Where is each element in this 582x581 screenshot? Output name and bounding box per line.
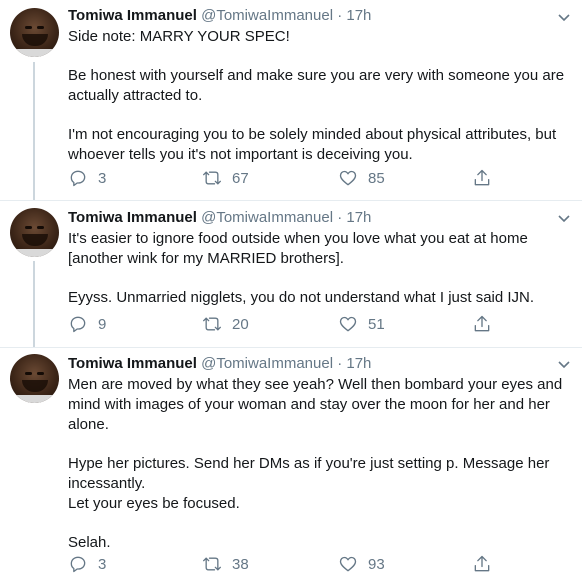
timestamp[interactable]: 17h: [346, 7, 371, 24]
retweet-icon: [203, 317, 221, 331]
share-button[interactable]: [472, 168, 492, 188]
tweet-paragraph: Hype her pictures. Send her DMs as if yo…: [68, 455, 550, 492]
tweet-paragraph: It's easier to ignore food outside when …: [68, 230, 528, 267]
tweet-2[interactable]: Tomiwa Immanuel @TomiwaImmanuel · 17h It…: [0, 201, 582, 347]
reply-icon: [70, 170, 86, 187]
separator-dot: ·: [337, 209, 343, 226]
retweet-icon: [203, 171, 221, 185]
heart-icon: [339, 556, 357, 572]
thread-line: [33, 261, 35, 347]
avatar[interactable]: [10, 208, 59, 257]
thread-line: [33, 62, 35, 200]
like-button[interactable]: 85: [338, 168, 385, 188]
tweet-actions: 3 38 93: [68, 554, 498, 576]
share-icon: [474, 315, 490, 332]
timestamp[interactable]: 17h: [346, 209, 371, 226]
reply-button[interactable]: 3: [68, 554, 106, 574]
retweet-count: 67: [232, 169, 249, 187]
like-count: 85: [368, 169, 385, 187]
author-name[interactable]: Tomiwa Immanuel: [68, 7, 197, 24]
reply-icon: [70, 556, 86, 573]
separator-dot: ·: [337, 355, 343, 372]
retweet-button[interactable]: 20: [202, 314, 249, 334]
tweet-header: Tomiwa Immanuel @TomiwaImmanuel · 17h: [68, 6, 371, 26]
separator-dot: ·: [337, 7, 343, 24]
author-name[interactable]: Tomiwa Immanuel: [68, 209, 197, 226]
chevron-down-icon[interactable]: [558, 215, 570, 223]
reply-icon: [70, 316, 86, 333]
reply-count: 3: [98, 169, 107, 187]
like-button[interactable]: 93: [338, 554, 385, 574]
heart-icon: [339, 170, 357, 186]
tweet-3[interactable]: Tomiwa Immanuel @TomiwaImmanuel · 17h Me…: [0, 348, 582, 581]
share-icon: [474, 555, 490, 572]
tweet-actions: 9 20 51: [68, 314, 498, 336]
reply-count: 9: [98, 315, 107, 333]
tweet-paragraph: Let your eyes be focused.: [68, 495, 240, 512]
retweet-button[interactable]: 38: [202, 554, 249, 574]
reply-count: 3: [98, 555, 107, 573]
tweet-paragraph: Selah.: [68, 534, 111, 551]
retweet-count: 38: [232, 555, 249, 573]
tweet-paragraph: Side note: MARRY YOUR SPEC!: [68, 28, 290, 45]
share-icon: [474, 169, 490, 186]
author-handle[interactable]: @TomiwaImmanuel: [201, 209, 333, 226]
author-handle[interactable]: @TomiwaImmanuel: [201, 7, 333, 24]
heart-icon: [339, 316, 357, 332]
share-button[interactable]: [472, 314, 492, 334]
tweet-paragraph: Be honest with yourself and make sure yo…: [68, 67, 565, 104]
avatar[interactable]: [10, 8, 59, 57]
avatar[interactable]: [10, 354, 59, 403]
tweet-1[interactable]: Tomiwa Immanuel @TomiwaImmanuel · 17h Si…: [0, 0, 582, 200]
tweet-paragraph: Men are moved by what they see yeah? Wel…: [68, 376, 563, 433]
chevron-down-icon[interactable]: [558, 361, 570, 369]
reply-button[interactable]: 9: [68, 314, 106, 334]
reply-button[interactable]: 3: [68, 168, 106, 188]
chevron-down-icon[interactable]: [558, 14, 570, 22]
tweet-text: It's easier to ignore food outside when …: [68, 229, 568, 308]
author-name[interactable]: Tomiwa Immanuel: [68, 355, 197, 372]
like-count: 51: [368, 315, 385, 333]
tweet-text: Side note: MARRY YOUR SPEC! Be honest wi…: [68, 27, 568, 165]
retweet-count: 20: [232, 315, 249, 333]
timestamp[interactable]: 17h: [346, 355, 371, 372]
tweet-actions: 3 67 85: [68, 168, 498, 190]
tweet-header: Tomiwa Immanuel @TomiwaImmanuel · 17h: [68, 354, 371, 374]
tweet-paragraph: Eyyss. Unmarried nigglets, you do not un…: [68, 289, 535, 306]
tweet-text: Men are moved by what they see yeah? Wel…: [68, 375, 568, 553]
share-button[interactable]: [472, 554, 492, 574]
author-handle[interactable]: @TomiwaImmanuel: [201, 355, 333, 372]
like-button[interactable]: 51: [338, 314, 385, 334]
tweet-paragraph: I'm not encouraging you to be solely min…: [68, 126, 557, 163]
retweet-icon: [203, 557, 221, 571]
like-count: 93: [368, 555, 385, 573]
tweet-header: Tomiwa Immanuel @TomiwaImmanuel · 17h: [68, 208, 371, 228]
retweet-button[interactable]: 67: [202, 168, 249, 188]
